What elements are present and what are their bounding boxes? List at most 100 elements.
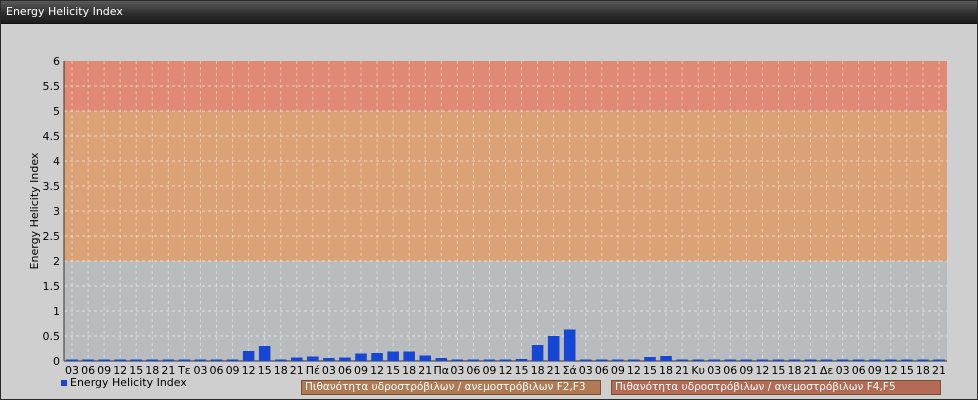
x-tick-label: Πα xyxy=(434,364,450,377)
x-tick-label: 09 xyxy=(226,364,240,377)
bar-16 xyxy=(323,358,335,361)
x-tick-label: 06 xyxy=(852,364,866,377)
bar-17 xyxy=(339,357,351,361)
bar-38 xyxy=(676,359,688,361)
chart-window: Energy Helicity Index 0 0.5 1 1.5 2 2.5 3 3.5 4 4… xyxy=(0,0,978,400)
legend-series-label: Energy Helicity Index xyxy=(70,376,187,389)
y-tick-label: 0 xyxy=(53,355,60,368)
bar-14 xyxy=(291,357,303,361)
x-tick-label: 15 xyxy=(515,364,529,377)
bar-52 xyxy=(901,359,913,361)
bar-40 xyxy=(708,359,720,361)
y-tick-label: 5 xyxy=(53,105,60,118)
bar-39 xyxy=(692,359,704,361)
x-tick-label: 12 xyxy=(370,364,384,377)
legend-series-swatch xyxy=(61,380,67,386)
x-tick-label: 18 xyxy=(916,364,930,377)
bar-49 xyxy=(852,359,865,361)
x-tick-label: 12 xyxy=(627,364,641,377)
bar-46 xyxy=(804,359,817,361)
bar-12 xyxy=(258,346,271,361)
bar-41 xyxy=(724,359,737,361)
x-tick-label: 18 xyxy=(659,364,673,377)
x-tick-label: 12 xyxy=(884,364,898,377)
bar-26 xyxy=(483,359,496,361)
x-tick-label: 15 xyxy=(386,364,400,377)
x-tick-label: 06 xyxy=(210,364,224,377)
y-axis-label: Energy Helicity Index xyxy=(28,152,41,269)
bar-0 xyxy=(66,359,78,361)
x-tick-label: 03 xyxy=(193,364,207,377)
x-tick-label: 18 xyxy=(402,364,416,377)
y-tick-label: 0.5 xyxy=(43,330,61,343)
bar-10 xyxy=(226,359,239,361)
x-tick-label: 18 xyxy=(274,364,288,377)
bar-28 xyxy=(515,359,528,361)
y-tick-label: 3.5 xyxy=(43,180,61,193)
plot-area: 0 0.5 1 1.5 2 2.5 3 3.5 4 4.5 5 5.5 6 03 06 09 12 15 18 21… xyxy=(1,24,977,399)
y-tick-label: 1 xyxy=(53,305,60,318)
x-tick-label: 06 xyxy=(595,364,609,377)
x-tick-label: 15 xyxy=(771,364,785,377)
bar-36 xyxy=(644,357,656,361)
bar-44 xyxy=(772,359,785,361)
bar-6 xyxy=(162,359,175,361)
bar-20 xyxy=(387,351,399,361)
x-tick-label: Δε xyxy=(820,364,834,377)
bar-54 xyxy=(933,359,945,361)
bar-3 xyxy=(114,359,126,361)
bar-23 xyxy=(435,358,448,361)
y-tick-label: 2 xyxy=(53,255,60,268)
y-tick-label: 3 xyxy=(53,205,60,218)
y-tick-label: 5.5 xyxy=(43,80,61,93)
x-tick-label: 09 xyxy=(868,364,882,377)
ehi-chart: 00.511.522.533.544.555.56 03 06 09 12 15 18 21… xyxy=(28,55,947,389)
x-tick-label: 21 xyxy=(675,364,689,377)
bar-1 xyxy=(82,359,94,361)
y-tick-label: 4 xyxy=(53,155,60,168)
x-tick-label: 18 xyxy=(787,364,801,377)
x-tick-label: 09 xyxy=(739,364,753,377)
bar-4 xyxy=(130,359,143,361)
bar-37 xyxy=(660,356,672,361)
bar-43 xyxy=(756,359,769,361)
x-tick-label: Πέ xyxy=(306,364,320,377)
bar-13 xyxy=(274,359,287,361)
bar-53 xyxy=(917,359,929,361)
bar-42 xyxy=(740,359,753,361)
x-tick-label: 12 xyxy=(242,364,256,377)
bar-33 xyxy=(596,359,608,361)
x-tick-label: 03 xyxy=(322,364,336,377)
bar-8 xyxy=(194,359,207,361)
title-bar: Energy Helicity Index xyxy=(1,1,977,24)
y-tick-label: 1.5 xyxy=(43,280,61,293)
bar-11 xyxy=(242,351,255,361)
bar-34 xyxy=(612,359,624,361)
x-tick-label: 15 xyxy=(643,364,657,377)
x-tick-label: Κυ xyxy=(691,364,705,377)
bar-22 xyxy=(419,355,432,361)
x-tick-label: 06 xyxy=(466,364,480,377)
x-tick-label: 21 xyxy=(932,364,946,377)
x-tick-label: 09 xyxy=(611,364,625,377)
y-tick-label: 6 xyxy=(53,55,60,68)
bar-31 xyxy=(563,329,576,361)
bar-5 xyxy=(146,359,159,361)
x-tick-label: 21 xyxy=(804,364,818,377)
x-tick-label: 09 xyxy=(354,364,368,377)
bar-27 xyxy=(499,359,512,361)
x-tick-label: 09 xyxy=(482,364,496,377)
legend-zone-f2f3: Πιθανότητα υδροστρόβιλων / ανεμοστρόβιλω… xyxy=(301,380,601,395)
x-tick-label: 03 xyxy=(579,364,593,377)
window-title: Energy Helicity Index xyxy=(6,5,123,18)
bar-30 xyxy=(547,336,560,361)
bar-51 xyxy=(885,359,897,361)
y-tick-label: 2.5 xyxy=(43,230,61,243)
bar-47 xyxy=(820,359,833,361)
bar-19 xyxy=(371,353,383,361)
bar-9 xyxy=(210,359,223,361)
x-tick-label: 03 xyxy=(707,364,721,377)
x-tick-label: 21 xyxy=(547,364,561,377)
x-tick-label: 15 xyxy=(258,364,272,377)
y-tick-label: 4.5 xyxy=(43,130,61,143)
